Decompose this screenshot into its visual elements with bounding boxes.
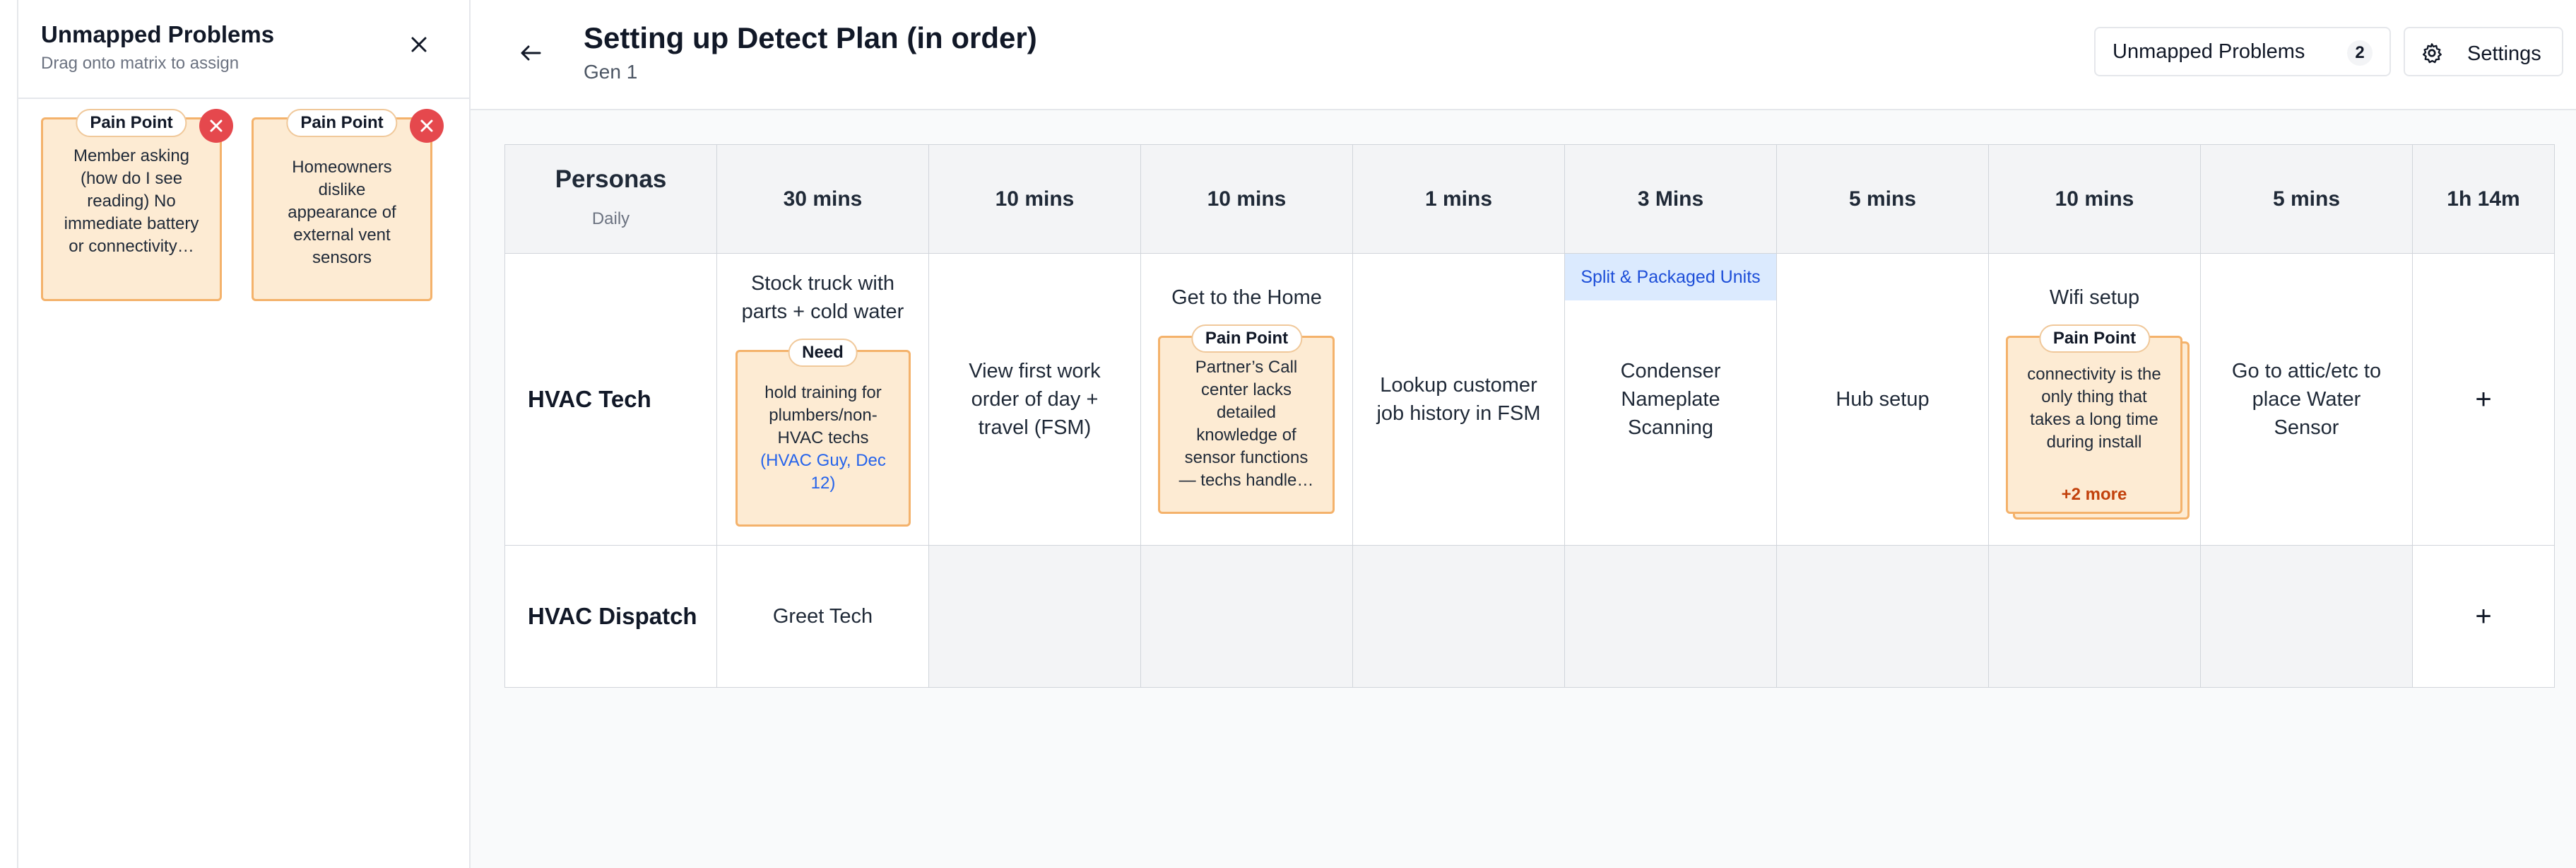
close-panel-button[interactable]	[403, 28, 435, 61]
duration-header[interactable]: 10 mins	[1988, 144, 2201, 254]
need-card-body: hold training for plumbers/non-HVAC tech…	[752, 382, 894, 495]
journey-matrix: Personas Daily 30 mins 10 mins 10 mins 1…	[504, 144, 2555, 688]
gear-icon	[2423, 43, 2442, 64]
duration-header[interactable]: 10 mins	[928, 144, 1141, 254]
step-cell[interactable]: Lookup customer job history in FSM	[1352, 253, 1565, 546]
page-title: Setting up Detect Plan (in order)	[584, 21, 1037, 54]
close-icon	[411, 37, 427, 52]
step-label: Condenser Nameplate Scanning	[1620, 360, 1721, 439]
empty-step-cell[interactable]	[1564, 545, 1777, 688]
total-duration-header: 1h 14m	[2412, 144, 2555, 254]
step-label: View first work order of day + travel (F…	[969, 360, 1101, 439]
pain-point-tag: Pain Point	[76, 109, 187, 137]
persona-row-header[interactable]: HVAC Dispatch	[504, 545, 717, 688]
unmapped-count-badge: 2	[2347, 40, 2373, 66]
pain-point-tag: Pain Point	[286, 109, 398, 137]
empty-step-cell[interactable]	[1352, 545, 1565, 688]
step-cell[interactable]: Hub setup	[1776, 253, 1989, 546]
duration-header[interactable]: 10 mins	[1140, 144, 1353, 254]
back-button[interactable]	[513, 35, 548, 71]
add-step-button[interactable]: +	[2475, 602, 2491, 631]
unmapped-problem-card[interactable]: Homeowners dislike appearance of externa…	[252, 117, 432, 301]
personas-header: Personas Daily	[504, 144, 717, 254]
delete-card-button[interactable]	[199, 109, 233, 143]
unmapped-problems-label: Unmapped Problems	[2113, 40, 2305, 63]
top-bar: Setting up Detect Plan (in order) Gen 1 …	[471, 0, 2576, 110]
step-label: Greet Tech	[772, 605, 873, 628]
empty-step-cell[interactable]	[1140, 545, 1353, 688]
pain-point-text: Partner’s Call center lacks detailed kno…	[1178, 358, 1314, 490]
close-icon	[420, 119, 433, 132]
panel-title: Unmapped Problems	[41, 21, 275, 47]
matrix-area: Personas Daily 30 mins 10 mins 10 mins 1…	[471, 110, 2576, 868]
card-text: Homeowners dislike appearance of externa…	[288, 158, 396, 267]
need-tag: Need	[788, 339, 858, 367]
duration-header[interactable]: 1 mins	[1352, 144, 1565, 254]
step-label: Wifi setup	[2049, 286, 2140, 309]
step-label: Stock truck with parts + cold water	[741, 272, 904, 323]
step-label: Go to attic/etc to place Water Sensor	[2231, 360, 2382, 439]
pain-point-tag: Pain Point	[2038, 324, 2151, 353]
step-cell[interactable]: Wifi setup connectivity is the only thin…	[1988, 253, 2201, 546]
add-step-button[interactable]: +	[2475, 385, 2491, 414]
personas-frequency: Daily	[591, 209, 630, 228]
duration-header[interactable]: 3 Mins	[1564, 144, 1777, 254]
unmapped-problems-button[interactable]: Unmapped Problems 2	[2094, 27, 2391, 76]
unmapped-problem-card[interactable]: Member asking (how do I see reading) No …	[41, 117, 222, 301]
step-cell[interactable]: Stock truck with parts + cold water hold…	[716, 253, 929, 546]
empty-step-cell[interactable]	[1776, 545, 1989, 688]
add-step-cell[interactable]: +	[2412, 253, 2555, 546]
persona-row-header[interactable]: HVAC Tech	[504, 253, 717, 546]
empty-step-cell[interactable]	[1988, 545, 2201, 688]
step-label: Hub setup	[1836, 388, 1930, 411]
split-packaged-units-tag[interactable]: Split & Packaged Units	[1565, 254, 1776, 300]
step-label: Lookup customer job history in FSM	[1376, 374, 1541, 425]
settings-label: Settings	[2467, 42, 2541, 65]
pain-point-card[interactable]: connectivity is the only thing that take…	[2006, 336, 2182, 514]
need-card-text: hold training for plumbers/non-HVAC tech…	[764, 383, 882, 447]
add-step-cell[interactable]: +	[2412, 545, 2555, 688]
personas-title: Personas	[555, 165, 667, 193]
panel-header: Unmapped Problems Drag onto matrix to as…	[18, 0, 471, 99]
step-label: Get to the Home	[1171, 286, 1322, 309]
need-card-source-link[interactable]: (HVAC Guy, Dec 12)	[760, 451, 886, 493]
pain-point-tag: Pain Point	[1190, 324, 1303, 353]
empty-step-cell[interactable]	[2200, 545, 2413, 688]
panel-subtitle: Drag onto matrix to assign	[41, 54, 240, 73]
arrow-left-icon	[521, 45, 541, 61]
page-subtitle: Gen 1	[584, 61, 638, 83]
duration-header[interactable]: 30 mins	[716, 144, 929, 254]
step-cell[interactable]: View first work order of day + travel (F…	[928, 253, 1141, 546]
pain-point-text: connectivity is the only thing that take…	[2027, 365, 2161, 452]
step-cell[interactable]: Go to attic/etc to place Water Sensor	[2200, 253, 2413, 546]
settings-button[interactable]: Settings	[2404, 27, 2563, 76]
panel-edge	[0, 0, 18, 868]
need-card[interactable]: hold training for plumbers/non-HVAC tech…	[735, 350, 911, 527]
more-pain-points-link[interactable]: +2 more	[2008, 483, 2180, 506]
duration-header[interactable]: 5 mins	[2200, 144, 2413, 254]
step-cell[interactable]: Greet Tech	[716, 545, 929, 688]
delete-card-button[interactable]	[410, 109, 444, 143]
step-cell[interactable]: Split & Packaged Units Condenser Namepla…	[1564, 253, 1777, 546]
card-text: Member asking (how do I see reading) No …	[64, 146, 199, 256]
empty-step-cell[interactable]	[928, 545, 1141, 688]
step-cell[interactable]: Get to the Home Partner’s Call center la…	[1140, 253, 1353, 546]
duration-header[interactable]: 5 mins	[1776, 144, 1989, 254]
close-icon	[210, 119, 223, 132]
pain-point-card[interactable]: Partner’s Call center lacks detailed kno…	[1158, 336, 1335, 514]
unmapped-problems-panel: Unmapped Problems Drag onto matrix to as…	[0, 0, 471, 868]
